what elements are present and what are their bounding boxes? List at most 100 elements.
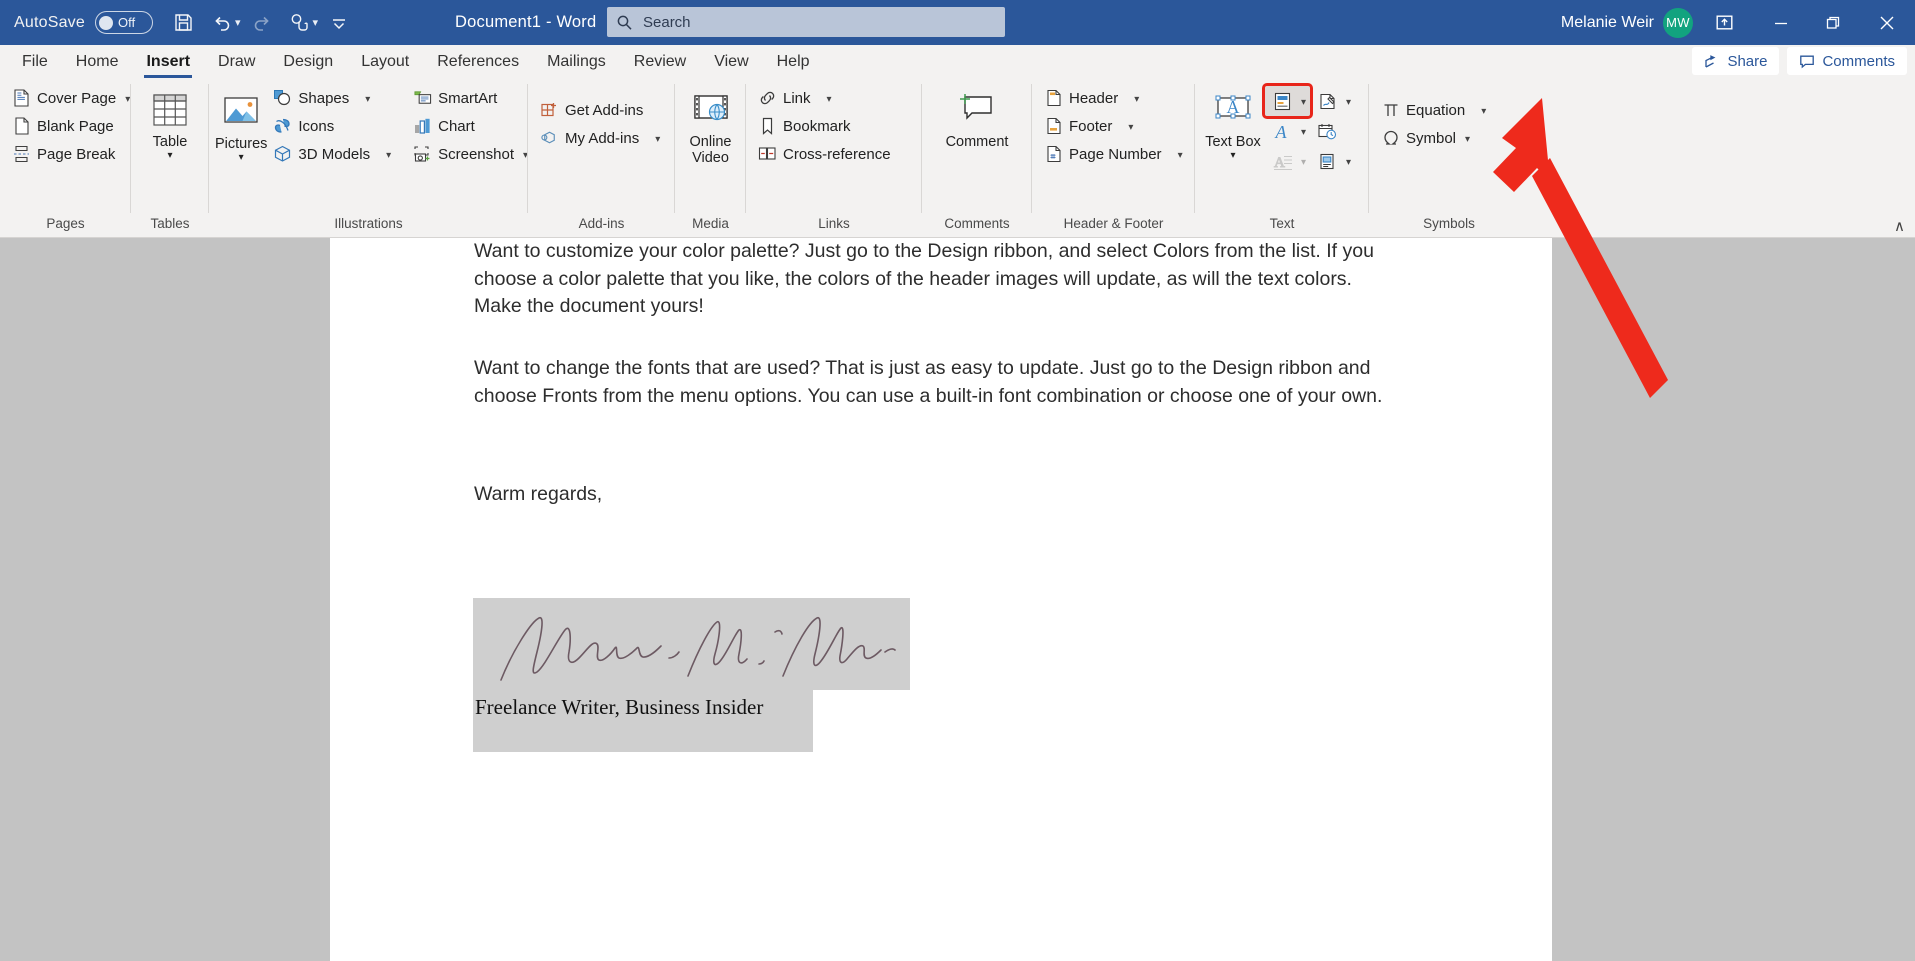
- ribbon-group-links: Link ▾ Bookmark: [746, 78, 922, 237]
- chart-button[interactable]: Chart: [407, 112, 534, 140]
- redo-icon: [243, 6, 281, 40]
- screenshot-button[interactable]: Screenshot ▾: [407, 140, 534, 168]
- icons-button[interactable]: Icons: [267, 112, 397, 140]
- comment-icon: [955, 88, 999, 132]
- chevron-down-icon[interactable]: ▾: [1301, 97, 1306, 108]
- tab-view[interactable]: View: [700, 45, 762, 78]
- smartart-button[interactable]: SmartArt: [407, 84, 534, 112]
- blank-page-button[interactable]: Blank Page: [6, 112, 120, 140]
- date-and-time-button[interactable]: [1310, 116, 1355, 146]
- chevron-down-icon[interactable]: ▾: [365, 94, 370, 105]
- get-add-ins-label: Get Add-ins: [565, 102, 643, 119]
- quick-parts-button[interactable]: ▾: [1265, 86, 1310, 116]
- tab-design[interactable]: Design: [269, 45, 347, 78]
- document-page[interactable]: Want to customize your color palette? Ju…: [330, 238, 1552, 961]
- paragraph-color-palette[interactable]: Want to customize your color palette? Ju…: [474, 238, 1394, 321]
- restore-button[interactable]: [1807, 0, 1859, 45]
- chevron-down-icon[interactable]: ▾: [1178, 150, 1183, 161]
- collapse-ribbon-button[interactable]: ∧: [1894, 217, 1905, 235]
- group-label-pages: Pages: [0, 215, 131, 237]
- pictures-button[interactable]: Pictures ▾: [215, 86, 267, 163]
- ribbon-display-options-icon[interactable]: [1693, 0, 1755, 45]
- tab-review[interactable]: Review: [620, 45, 700, 78]
- ribbon-group-pages: Cover Page ▾ Blank Page Page: [0, 78, 131, 237]
- touch-mode-dropdown-caret[interactable]: ▾: [313, 16, 319, 29]
- chevron-down-icon[interactable]: ▾: [1301, 127, 1306, 138]
- tab-references[interactable]: References: [423, 45, 533, 78]
- my-add-ins-label: My Add-ins: [565, 130, 639, 147]
- group-label-header-footer: Header & Footer: [1032, 215, 1195, 237]
- save-icon[interactable]: [165, 6, 203, 40]
- group-label-tables: Tables: [131, 215, 209, 237]
- tab-draw[interactable]: Draw: [204, 45, 269, 78]
- link-button[interactable]: Link ▾: [752, 84, 838, 112]
- tab-home[interactable]: Home: [62, 45, 133, 78]
- header-button[interactable]: Header ▾: [1038, 84, 1145, 112]
- chevron-down-icon[interactable]: ▾: [1128, 122, 1133, 133]
- signature-line-button[interactable]: ▾: [1310, 86, 1355, 116]
- undo-dropdown-caret[interactable]: ▾: [235, 16, 241, 29]
- 3d-models-button[interactable]: 3D Models ▾: [267, 140, 397, 168]
- chevron-down-icon[interactable]: ▾: [1346, 97, 1351, 108]
- signature-caption[interactable]: Freelance Writer, Business Insider: [473, 690, 813, 752]
- online-video-button[interactable]: Online Video: [681, 84, 740, 166]
- get-add-ins-button[interactable]: Get Add-ins: [534, 96, 649, 124]
- my-add-ins-button[interactable]: My Add-ins ▾: [534, 124, 666, 152]
- paragraph-closing[interactable]: Warm regards,: [474, 481, 1394, 509]
- icons-label: Icons: [298, 118, 334, 135]
- table-button[interactable]: Table ▾: [137, 84, 203, 161]
- chevron-down-icon[interactable]: ▾: [386, 150, 391, 161]
- comment-button[interactable]: Comment: [932, 84, 1022, 150]
- shapes-button[interactable]: Shapes ▾: [267, 84, 397, 112]
- wordart-button[interactable]: A ▾: [1265, 116, 1310, 146]
- chevron-down-icon[interactable]: ▾: [1346, 157, 1351, 168]
- 3d-models-label: 3D Models: [298, 146, 370, 163]
- chevron-down-icon[interactable]: ▾: [1230, 151, 1235, 161]
- cover-page-label: Cover Page: [37, 90, 116, 107]
- blank-page-label: Blank Page: [37, 118, 114, 135]
- symbol-button[interactable]: Symbol ▾: [1375, 124, 1476, 152]
- autosave-toggle[interactable]: Off: [95, 11, 153, 34]
- customize-quick-access-icon[interactable]: [320, 6, 358, 40]
- ribbon-tab-strip: File Home Insert Draw Design Layout Refe…: [0, 45, 1915, 78]
- chevron-down-icon[interactable]: ▾: [1465, 134, 1470, 145]
- drop-cap-button[interactable]: A ▾: [1265, 146, 1310, 176]
- object-button[interactable]: ▾: [1310, 146, 1355, 176]
- tab-layout[interactable]: Layout: [347, 45, 423, 78]
- text-box-button[interactable]: A Text Box ▾: [1201, 84, 1265, 161]
- bookmark-button[interactable]: Bookmark: [752, 112, 857, 140]
- share-button[interactable]: Share: [1692, 47, 1779, 75]
- page-number-button[interactable]: Page Number ▾: [1038, 140, 1189, 168]
- avatar[interactable]: MW: [1663, 8, 1693, 38]
- chevron-down-icon[interactable]: ▾: [655, 134, 660, 145]
- tab-help[interactable]: Help: [763, 45, 824, 78]
- cross-reference-button[interactable]: Cross-reference: [752, 140, 897, 168]
- text-box-icon: A: [1209, 88, 1257, 132]
- signature-image[interactable]: [473, 598, 910, 690]
- bookmark-icon: [758, 117, 777, 136]
- page-break-button[interactable]: Page Break: [6, 140, 121, 168]
- search-box[interactable]: Search: [607, 7, 1005, 37]
- tab-insert[interactable]: Insert: [132, 45, 204, 78]
- chevron-down-icon[interactable]: ▾: [1481, 106, 1486, 117]
- tab-mailings[interactable]: Mailings: [533, 45, 620, 78]
- minimize-button[interactable]: [1755, 0, 1807, 45]
- chevron-down-icon[interactable]: ▾: [125, 94, 130, 105]
- chevron-down-icon[interactable]: ▾: [1134, 94, 1139, 105]
- chevron-down-icon[interactable]: ▾: [167, 151, 172, 161]
- date-time-icon: [1314, 119, 1340, 143]
- chevron-down-icon[interactable]: ▾: [239, 153, 244, 163]
- close-button[interactable]: [1859, 0, 1915, 45]
- link-icon: [758, 89, 777, 108]
- group-label-symbols: Symbols: [1369, 215, 1529, 237]
- title-bar: AutoSave Off ▾ ▾: [0, 0, 1915, 45]
- tab-file[interactable]: File: [8, 45, 62, 78]
- paragraph-fonts[interactable]: Want to change the fonts that are used? …: [474, 355, 1394, 410]
- comments-button[interactable]: Comments: [1787, 47, 1907, 75]
- smartart-icon: [413, 89, 432, 108]
- equation-button[interactable]: Equation ▾: [1375, 96, 1492, 124]
- footer-button[interactable]: Footer ▾: [1038, 112, 1139, 140]
- chevron-down-icon[interactable]: ▾: [827, 94, 832, 105]
- chevron-down-icon[interactable]: ▾: [1301, 157, 1306, 168]
- cover-page-button[interactable]: Cover Page ▾: [6, 84, 136, 112]
